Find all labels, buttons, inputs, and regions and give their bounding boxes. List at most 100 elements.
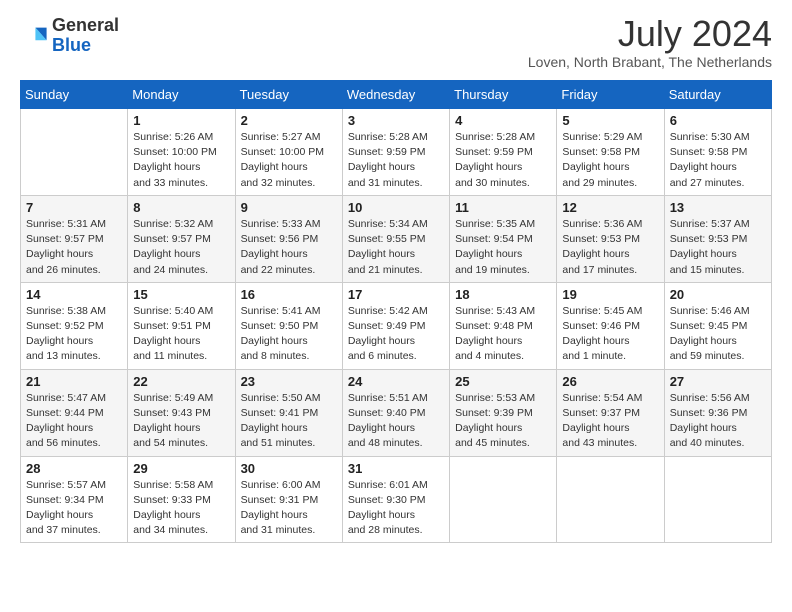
day-info: Sunrise: 6:00 AMSunset: 9:31 PMDaylight … [241,478,337,539]
day-number: 25 [455,374,551,389]
day-info: Sunrise: 5:42 AMSunset: 9:49 PMDaylight … [348,304,444,365]
weekday-header: Thursday [450,81,557,109]
day-number: 27 [670,374,766,389]
day-number: 11 [455,200,551,215]
calendar-cell: 10Sunrise: 5:34 AMSunset: 9:55 PMDayligh… [342,195,449,282]
day-info: Sunrise: 5:33 AMSunset: 9:56 PMDaylight … [241,217,337,278]
day-info: Sunrise: 5:37 AMSunset: 9:53 PMDaylight … [670,217,766,278]
day-number: 5 [562,113,658,128]
day-info: Sunrise: 5:35 AMSunset: 9:54 PMDaylight … [455,217,551,278]
day-info: Sunrise: 5:57 AMSunset: 9:34 PMDaylight … [26,478,122,539]
day-number: 2 [241,113,337,128]
day-number: 28 [26,461,122,476]
calendar-cell: 11 Sunrise: 5:35 AMSunset: 9:54 PMDayligh… [450,195,557,282]
day-info: Sunrise: 5:51 AMSunset: 9:40 PMDaylight … [348,391,444,452]
day-info: Sunrise: 5:38 AMSunset: 9:52 PMDaylight … [26,304,122,365]
day-info: Sunrise: 5:49 AMSunset: 9:43 PMDaylight … [133,391,229,452]
day-number: 29 [133,461,229,476]
calendar-week-row: 14Sunrise: 5:38 AMSunset: 9:52 PMDayligh… [21,282,772,369]
calendar-cell: 19 Sunrise: 5:45 AMSunset: 9:46 PMDayligh… [557,282,664,369]
day-number: 4 [455,113,551,128]
day-number: 24 [348,374,444,389]
day-number: 1 [133,113,229,128]
calendar-cell: 8 Sunrise: 5:32 AMSunset: 9:57 PMDaylight… [128,195,235,282]
day-info: Sunrise: 5:34 AMSunset: 9:55 PMDaylight … [348,217,444,278]
day-info: Sunrise: 6:01 AMSunset: 9:30 PMDaylight … [348,478,444,539]
weekday-header: Wednesday [342,81,449,109]
day-info: Sunrise: 5:27 AMSunset: 10:00 PMDaylight… [241,130,337,191]
calendar-cell: 28 Sunrise: 5:57 AMSunset: 9:34 PMDayligh… [21,456,128,543]
logo: General Blue [20,16,119,56]
day-info: Sunrise: 5:50 AMSunset: 9:41 PMDaylight … [241,391,337,452]
day-number: 9 [241,200,337,215]
calendar-cell: 23 Sunrise: 5:50 AMSunset: 9:41 PMDayligh… [235,369,342,456]
calendar-cell: 25 Sunrise: 5:53 AMSunset: 9:39 PMDayligh… [450,369,557,456]
logo-icon [20,22,48,50]
calendar-cell: 15Sunrise: 5:40 AMSunset: 9:51 PMDayligh… [128,282,235,369]
day-info: Sunrise: 5:32 AMSunset: 9:57 PMDaylight … [133,217,229,278]
day-number: 17 [348,287,444,302]
calendar-cell: 21 Sunrise: 5:47 AMSunset: 9:44 PMDayligh… [21,369,128,456]
day-number: 6 [670,113,766,128]
calendar-cell [450,456,557,543]
day-info: Sunrise: 5:36 AMSunset: 9:53 PMDaylight … [562,217,658,278]
calendar-header-row: SundayMondayTuesdayWednesdayThursdayFrid… [21,81,772,109]
day-number: 31 [348,461,444,476]
location: Loven, North Brabant, The Netherlands [528,54,772,70]
day-number: 7 [26,200,122,215]
calendar-cell: 16Sunrise: 5:41 AMSunset: 9:50 PMDayligh… [235,282,342,369]
weekday-header: Saturday [664,81,771,109]
calendar-week-row: 21 Sunrise: 5:47 AMSunset: 9:44 PMDayligh… [21,369,772,456]
calendar-cell: 31 Sunrise: 6:01 AMSunset: 9:30 PMDayligh… [342,456,449,543]
day-info: Sunrise: 5:30 AMSunset: 9:58 PMDaylight … [670,130,766,191]
day-info: Sunrise: 5:26 AMSunset: 10:00 PMDaylight… [133,130,229,191]
day-number: 15 [133,287,229,302]
weekday-header: Sunday [21,81,128,109]
day-number: 23 [241,374,337,389]
calendar-cell: 29Sunrise: 5:58 AMSunset: 9:33 PMDayligh… [128,456,235,543]
calendar-cell: 27Sunrise: 5:56 AMSunset: 9:36 PMDayligh… [664,369,771,456]
day-number: 8 [133,200,229,215]
calendar-week-row: 1 Sunrise: 5:26 AMSunset: 10:00 PMDayligh… [21,109,772,196]
day-info: Sunrise: 5:53 AMSunset: 9:39 PMDaylight … [455,391,551,452]
calendar-cell: 6 Sunrise: 5:30 AMSunset: 9:58 PMDaylight… [664,109,771,196]
calendar-cell: 5 Sunrise: 5:29 AMSunset: 9:58 PMDaylight… [557,109,664,196]
logo-general: General [52,16,119,36]
day-info: Sunrise: 5:28 AMSunset: 9:59 PMDaylight … [455,130,551,191]
calendar-cell [557,456,664,543]
day-info: Sunrise: 5:41 AMSunset: 9:50 PMDaylight … [241,304,337,365]
calendar-cell [21,109,128,196]
calendar-cell: 9 Sunrise: 5:33 AMSunset: 9:56 PMDaylight… [235,195,342,282]
title-block: July 2024 Loven, North Brabant, The Neth… [528,16,772,70]
day-info: Sunrise: 5:29 AMSunset: 9:58 PMDaylight … [562,130,658,191]
day-number: 26 [562,374,658,389]
day-number: 20 [670,287,766,302]
calendar-cell: 18Sunrise: 5:43 AMSunset: 9:48 PMDayligh… [450,282,557,369]
calendar-cell: 22 Sunrise: 5:49 AMSunset: 9:43 PMDayligh… [128,369,235,456]
day-number: 30 [241,461,337,476]
calendar-week-row: 7 Sunrise: 5:31 AMSunset: 9:57 PMDaylight… [21,195,772,282]
day-info: Sunrise: 5:43 AMSunset: 9:48 PMDaylight … [455,304,551,365]
calendar-cell: 12 Sunrise: 5:36 AMSunset: 9:53 PMDayligh… [557,195,664,282]
calendar-cell: 24 Sunrise: 5:51 AMSunset: 9:40 PMDayligh… [342,369,449,456]
calendar-cell: 3Sunrise: 5:28 AMSunset: 9:59 PMDaylight… [342,109,449,196]
day-info: Sunrise: 5:54 AMSunset: 9:37 PMDaylight … [562,391,658,452]
calendar-cell: 14Sunrise: 5:38 AMSunset: 9:52 PMDayligh… [21,282,128,369]
calendar-cell [664,456,771,543]
day-info: Sunrise: 5:28 AMSunset: 9:59 PMDaylight … [348,130,444,191]
calendar-cell: 7 Sunrise: 5:31 AMSunset: 9:57 PMDaylight… [21,195,128,282]
calendar-cell: 13 Sunrise: 5:37 AMSunset: 9:53 PMDayligh… [664,195,771,282]
day-number: 13 [670,200,766,215]
day-number: 21 [26,374,122,389]
month-title: July 2024 [528,16,772,52]
day-number: 12 [562,200,658,215]
day-info: Sunrise: 5:45 AMSunset: 9:46 PMDaylight … [562,304,658,365]
calendar-week-row: 28 Sunrise: 5:57 AMSunset: 9:34 PMDayligh… [21,456,772,543]
day-number: 19 [562,287,658,302]
calendar-cell: 4 Sunrise: 5:28 AMSunset: 9:59 PMDaylight… [450,109,557,196]
day-info: Sunrise: 5:31 AMSunset: 9:57 PMDaylight … [26,217,122,278]
day-info: Sunrise: 5:47 AMSunset: 9:44 PMDaylight … [26,391,122,452]
calendar-cell: 20Sunrise: 5:46 AMSunset: 9:45 PMDayligh… [664,282,771,369]
calendar-cell: 1 Sunrise: 5:26 AMSunset: 10:00 PMDayligh… [128,109,235,196]
day-number: 22 [133,374,229,389]
